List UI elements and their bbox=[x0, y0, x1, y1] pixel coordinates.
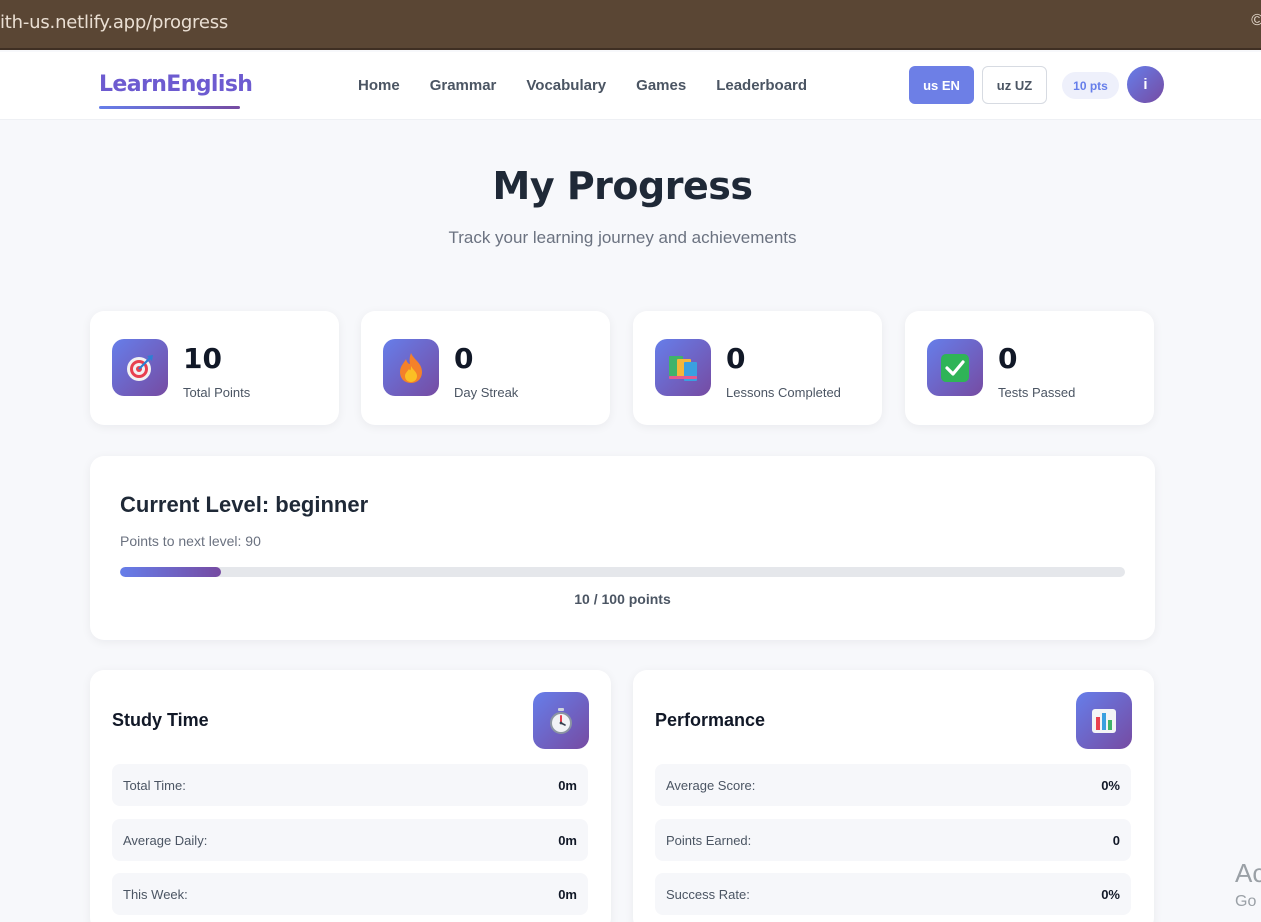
language-uz-button[interactable]: uz UZ bbox=[982, 66, 1047, 104]
nav-link-grammar[interactable]: Grammar bbox=[430, 77, 497, 94]
row-label: Success Rate: bbox=[666, 886, 750, 902]
nav-link-vocabulary[interactable]: Vocabulary bbox=[526, 77, 606, 94]
nav-link-games[interactable]: Games bbox=[636, 77, 686, 94]
performance-card: Performance Average Score: 0% Points Ear… bbox=[633, 670, 1154, 922]
stat-value: 0 bbox=[726, 342, 746, 375]
study-row-this-week: This Week: 0m bbox=[112, 873, 588, 915]
language-en-button[interactable]: us EN bbox=[909, 66, 974, 104]
fire-icon bbox=[383, 339, 439, 396]
stat-label: Lessons Completed bbox=[726, 385, 841, 400]
study-time-title: Study Time bbox=[112, 710, 209, 730]
page-subtitle: Track your learning journey and achievem… bbox=[448, 228, 797, 247]
row-value: 0m bbox=[558, 886, 577, 902]
stat-value: 0 bbox=[998, 342, 1018, 375]
row-value: 0m bbox=[558, 832, 577, 848]
row-label: This Week: bbox=[123, 886, 188, 902]
address-bar-url[interactable]: ith-us.netlify.app/progress bbox=[0, 12, 228, 33]
stopwatch-icon bbox=[533, 692, 589, 749]
top-navbar: LearnEnglish Home Grammar Vocabulary Gam… bbox=[0, 52, 1261, 120]
nav-links: Home Grammar Vocabulary Games Leaderboar… bbox=[358, 77, 807, 94]
row-label: Average Score: bbox=[666, 777, 756, 793]
performance-row-average-score: Average Score: 0% bbox=[655, 764, 1131, 806]
row-label: Total Time: bbox=[123, 777, 186, 793]
nav-link-leaderboard[interactable]: Leaderboard bbox=[716, 77, 807, 94]
points-to-next-level: Points to next level: 90 bbox=[120, 533, 261, 549]
level-progress-bar bbox=[120, 567, 1125, 577]
row-label: Points Earned: bbox=[666, 832, 752, 848]
performance-title: Performance bbox=[655, 710, 766, 730]
level-progress-fill bbox=[120, 567, 221, 577]
bar-chart-icon bbox=[1076, 692, 1132, 749]
stat-value: 0 bbox=[454, 342, 474, 375]
row-value: 0m bbox=[558, 777, 577, 793]
stat-card-tests-passed: 0 Tests Passed bbox=[905, 311, 1154, 425]
stat-card-day-streak: 0 Day Streak bbox=[361, 311, 610, 425]
page-title: My Progress bbox=[492, 164, 753, 208]
books-icon bbox=[655, 339, 711, 396]
target-icon bbox=[112, 339, 168, 396]
logo[interactable]: LearnEnglish bbox=[99, 72, 253, 97]
current-level-card: Current Level: beginner Points to next l… bbox=[90, 456, 1155, 640]
level-title: Current Level: beginner bbox=[120, 492, 369, 517]
activation-watermark-sub: Go bbox=[1235, 893, 1257, 910]
stat-label: Total Points bbox=[183, 385, 251, 400]
study-row-average-daily: Average Daily: 0m bbox=[112, 819, 588, 861]
study-row-total-time: Total Time: 0m bbox=[112, 764, 588, 806]
activation-watermark: Ac bbox=[1235, 858, 1261, 888]
stat-label: Tests Passed bbox=[998, 385, 1076, 400]
logo-underline bbox=[99, 106, 240, 109]
level-progress-text: 10 / 100 points bbox=[574, 591, 671, 607]
points-badge: 10 pts bbox=[1062, 72, 1119, 99]
stat-label: Day Streak bbox=[454, 385, 519, 400]
stat-card-lessons-completed: 0 Lessons Completed bbox=[633, 311, 882, 425]
row-value: 0 bbox=[1112, 832, 1120, 848]
row-value: 0% bbox=[1101, 886, 1120, 902]
browser-edge-icon: © bbox=[1251, 12, 1261, 29]
nav-link-home[interactable]: Home bbox=[358, 77, 400, 94]
stat-value: 10 bbox=[183, 342, 222, 375]
browser-toolbar: ith-us.netlify.app/progress © bbox=[0, 0, 1261, 50]
row-value: 0% bbox=[1101, 777, 1120, 793]
study-time-card: Study Time Total Time: 0m Average Daily:… bbox=[90, 670, 611, 922]
check-icon bbox=[927, 339, 983, 396]
row-label: Average Daily: bbox=[123, 832, 208, 848]
performance-row-success-rate: Success Rate: 0% bbox=[655, 873, 1131, 915]
user-avatar[interactable]: i bbox=[1127, 66, 1164, 103]
performance-row-points-earned: Points Earned: 0 bbox=[655, 819, 1131, 861]
stat-card-total-points: 10 Total Points bbox=[90, 311, 339, 425]
